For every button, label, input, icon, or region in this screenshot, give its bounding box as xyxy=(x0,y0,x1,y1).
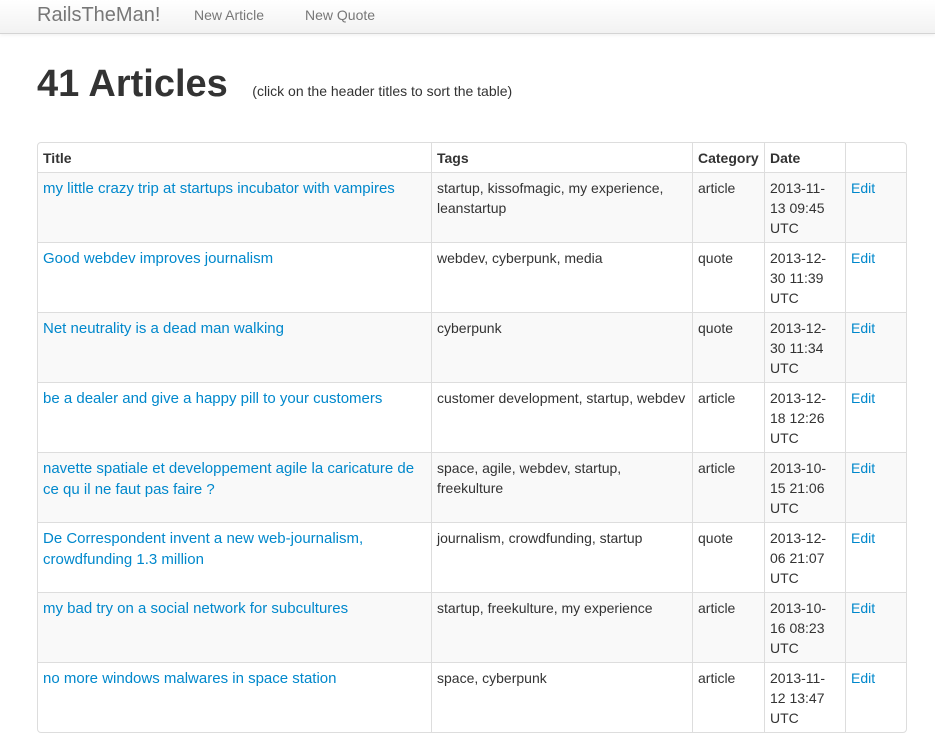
brand-link[interactable]: RailsTheMan! xyxy=(37,3,160,27)
edit-link[interactable]: Edit xyxy=(851,600,875,616)
article-title-link[interactable]: navette spatiale et developpement agile … xyxy=(43,460,414,498)
article-title-link[interactable]: my little crazy trip at startups incubat… xyxy=(43,180,395,197)
top-navbar: RailsTheMan! New Article New Quote xyxy=(0,0,935,34)
column-header-date[interactable]: Date xyxy=(764,143,845,172)
cell-title: navette spatiale et developpement agile … xyxy=(38,452,431,522)
cell-actions: Edit xyxy=(845,242,906,312)
cell-title: Net neutrality is a dead man walking xyxy=(38,312,431,382)
edit-link[interactable]: Edit xyxy=(851,460,875,476)
cell-date: 2013-11-12 13:47 UTC xyxy=(764,662,845,732)
cell-category: quote xyxy=(692,242,764,312)
table-row: Good webdev improves journalism webdev, … xyxy=(38,242,906,312)
column-header-tags[interactable]: Tags xyxy=(431,143,692,172)
articles-table: Title Tags Category Date my little crazy… xyxy=(37,142,907,733)
cell-tags: space, cyberpunk xyxy=(431,662,692,732)
cell-title: Good webdev improves journalism xyxy=(38,242,431,312)
cell-category: article xyxy=(692,172,764,242)
table-row: be a dealer and give a happy pill to you… xyxy=(38,382,906,452)
cell-date: 2013-12-18 12:26 UTC xyxy=(764,382,845,452)
column-header-category[interactable]: Category xyxy=(692,143,764,172)
column-header-actions[interactable] xyxy=(845,143,906,172)
edit-link[interactable]: Edit xyxy=(851,530,875,546)
cell-actions: Edit xyxy=(845,172,906,242)
table-header: Title Tags Category Date xyxy=(38,143,906,172)
table-row: my bad try on a social network for subcu… xyxy=(38,592,906,662)
table-row: Net neutrality is a dead man walking cyb… xyxy=(38,312,906,382)
edit-link[interactable]: Edit xyxy=(851,320,875,336)
table-row: my little crazy trip at startups incubat… xyxy=(38,172,906,242)
table-row: no more windows malwares in space statio… xyxy=(38,662,906,732)
articles-table-container: Title Tags Category Date my little crazy… xyxy=(37,142,907,733)
cell-title: no more windows malwares in space statio… xyxy=(38,662,431,732)
sort-hint: (click on the header titles to sort the … xyxy=(252,83,513,99)
cell-actions: Edit xyxy=(845,312,906,382)
cell-category: article xyxy=(692,662,764,732)
new-article-link[interactable]: New Article xyxy=(194,6,264,24)
cell-date: 2013-12-06 21:07 UTC xyxy=(764,522,845,592)
cell-tags: startup, kissofmagic, my experience, lea… xyxy=(431,172,692,242)
cell-tags: startup, freekulture, my experience xyxy=(431,592,692,662)
new-quote-link[interactable]: New Quote xyxy=(305,6,375,24)
table-row: De Correspondent invent a new web-journa… xyxy=(38,522,906,592)
table-row: navette spatiale et developpement agile … xyxy=(38,452,906,522)
edit-link[interactable]: Edit xyxy=(851,390,875,406)
cell-date: 2013-12-30 11:34 UTC xyxy=(764,312,845,382)
cell-category: quote xyxy=(692,522,764,592)
cell-actions: Edit xyxy=(845,522,906,592)
cell-category: article xyxy=(692,452,764,522)
table-body: my little crazy trip at startups incubat… xyxy=(38,172,906,732)
cell-date: 2013-10-15 21:06 UTC xyxy=(764,452,845,522)
cell-actions: Edit xyxy=(845,452,906,522)
edit-link[interactable]: Edit xyxy=(851,670,875,686)
article-title-link[interactable]: no more windows malwares in space statio… xyxy=(43,670,336,687)
article-title-link[interactable]: be a dealer and give a happy pill to you… xyxy=(43,390,382,407)
edit-link[interactable]: Edit xyxy=(851,250,875,266)
cell-actions: Edit xyxy=(845,592,906,662)
cell-date: 2013-12-30 11:39 UTC xyxy=(764,242,845,312)
cell-category: quote xyxy=(692,312,764,382)
cell-tags: cyberpunk xyxy=(431,312,692,382)
cell-title: De Correspondent invent a new web-journa… xyxy=(38,522,431,592)
cell-actions: Edit xyxy=(845,382,906,452)
cell-title: my little crazy trip at startups incubat… xyxy=(38,172,431,242)
page-title: 41 Articles xyxy=(37,63,228,105)
article-title-link[interactable]: my bad try on a social network for subcu… xyxy=(43,600,348,617)
article-title-link[interactable]: Good webdev improves journalism xyxy=(43,250,273,267)
column-header-title[interactable]: Title xyxy=(38,143,431,172)
cell-tags: space, agile, webdev, startup, freekultu… xyxy=(431,452,692,522)
article-title-link[interactable]: Net neutrality is a dead man walking xyxy=(43,320,284,337)
page-heading: 41 Articles (click on the header titles … xyxy=(37,60,512,110)
cell-title: my bad try on a social network for subcu… xyxy=(38,592,431,662)
cell-tags: customer development, startup, webdev xyxy=(431,382,692,452)
cell-category: article xyxy=(692,592,764,662)
cell-date: 2013-11-13 09:45 UTC xyxy=(764,172,845,242)
cell-tags: journalism, crowdfunding, startup xyxy=(431,522,692,592)
edit-link[interactable]: Edit xyxy=(851,180,875,196)
cell-title: be a dealer and give a happy pill to you… xyxy=(38,382,431,452)
cell-tags: webdev, cyberpunk, media xyxy=(431,242,692,312)
cell-actions: Edit xyxy=(845,662,906,732)
article-title-link[interactable]: De Correspondent invent a new web-journa… xyxy=(43,530,363,568)
cell-date: 2013-10-16 08:23 UTC xyxy=(764,592,845,662)
cell-category: article xyxy=(692,382,764,452)
